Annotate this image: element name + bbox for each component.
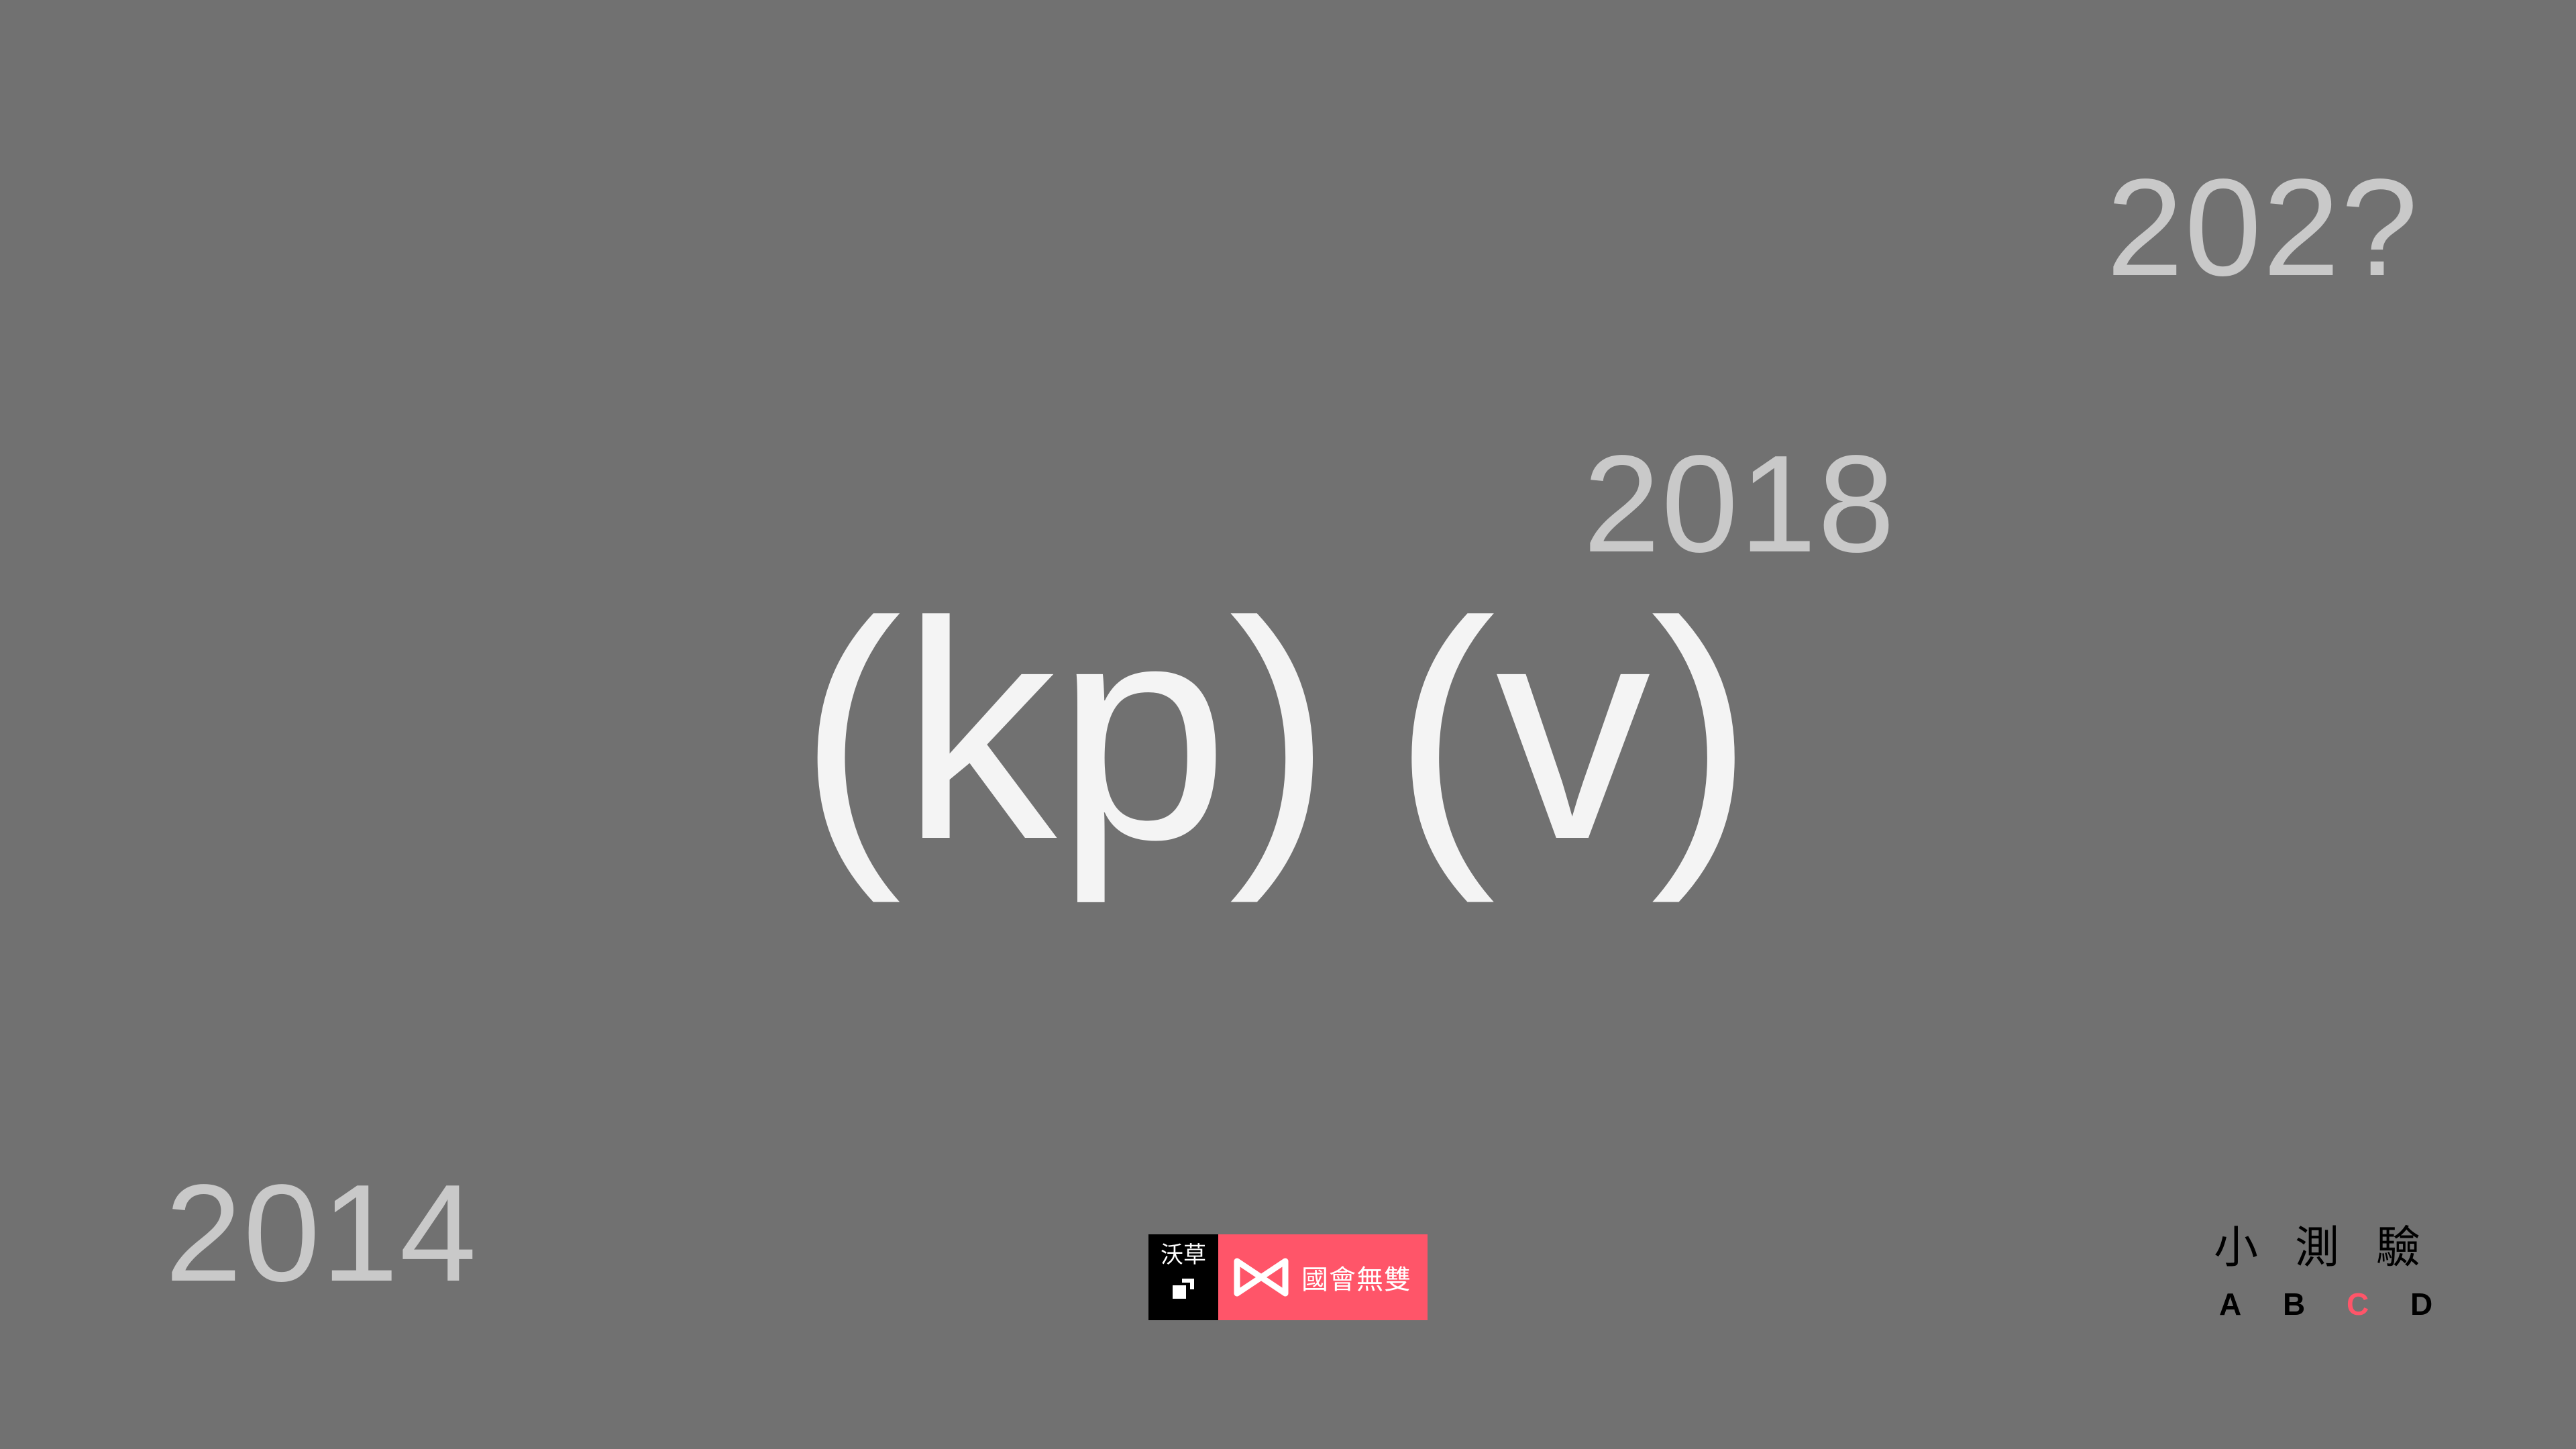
congress-logo-text: 國會無雙 — [1301, 1265, 1411, 1295]
watchout-logo-text: 沃草 — [1161, 1242, 1206, 1269]
formula: (kp) (v) — [798, 576, 1754, 885]
formula-term-v: v — [1495, 557, 1651, 904]
quiz-widget: 小 測 驗 A B C D — [2214, 1221, 2469, 1323]
quiz-option-a[interactable]: A — [2214, 1285, 2277, 1323]
year-label-202x: 202? — [2106, 150, 2420, 305]
watchout-logo: 沃草 — [1148, 1234, 1218, 1320]
quiz-option-b[interactable]: B — [2277, 1285, 2341, 1323]
paren-close: ) — [1650, 557, 1754, 904]
paren-open: ( — [1392, 557, 1496, 904]
quiz-title-char: 測 — [2295, 1222, 2339, 1273]
quiz-title-char: 驗 — [2376, 1222, 2420, 1273]
squares-icon — [1173, 1279, 1194, 1299]
year-label-2014: 2014 — [165, 1156, 478, 1310]
congress-logo: 國會無雙 — [1218, 1234, 1428, 1320]
formula-term-kp: kp — [901, 557, 1229, 904]
quiz-option-c-selected[interactable]: C — [2341, 1285, 2405, 1323]
brand-logo: 沃草 國會無雙 — [1148, 1234, 1428, 1320]
paren-close: ) — [1228, 557, 1332, 904]
quiz-title-char: 小 — [2214, 1222, 2258, 1273]
bowtie-icon — [1234, 1258, 1289, 1297]
year-label-2018: 2018 — [1583, 427, 1896, 581]
quiz-option-d[interactable]: D — [2405, 1285, 2469, 1323]
paren-open: ( — [798, 557, 902, 904]
